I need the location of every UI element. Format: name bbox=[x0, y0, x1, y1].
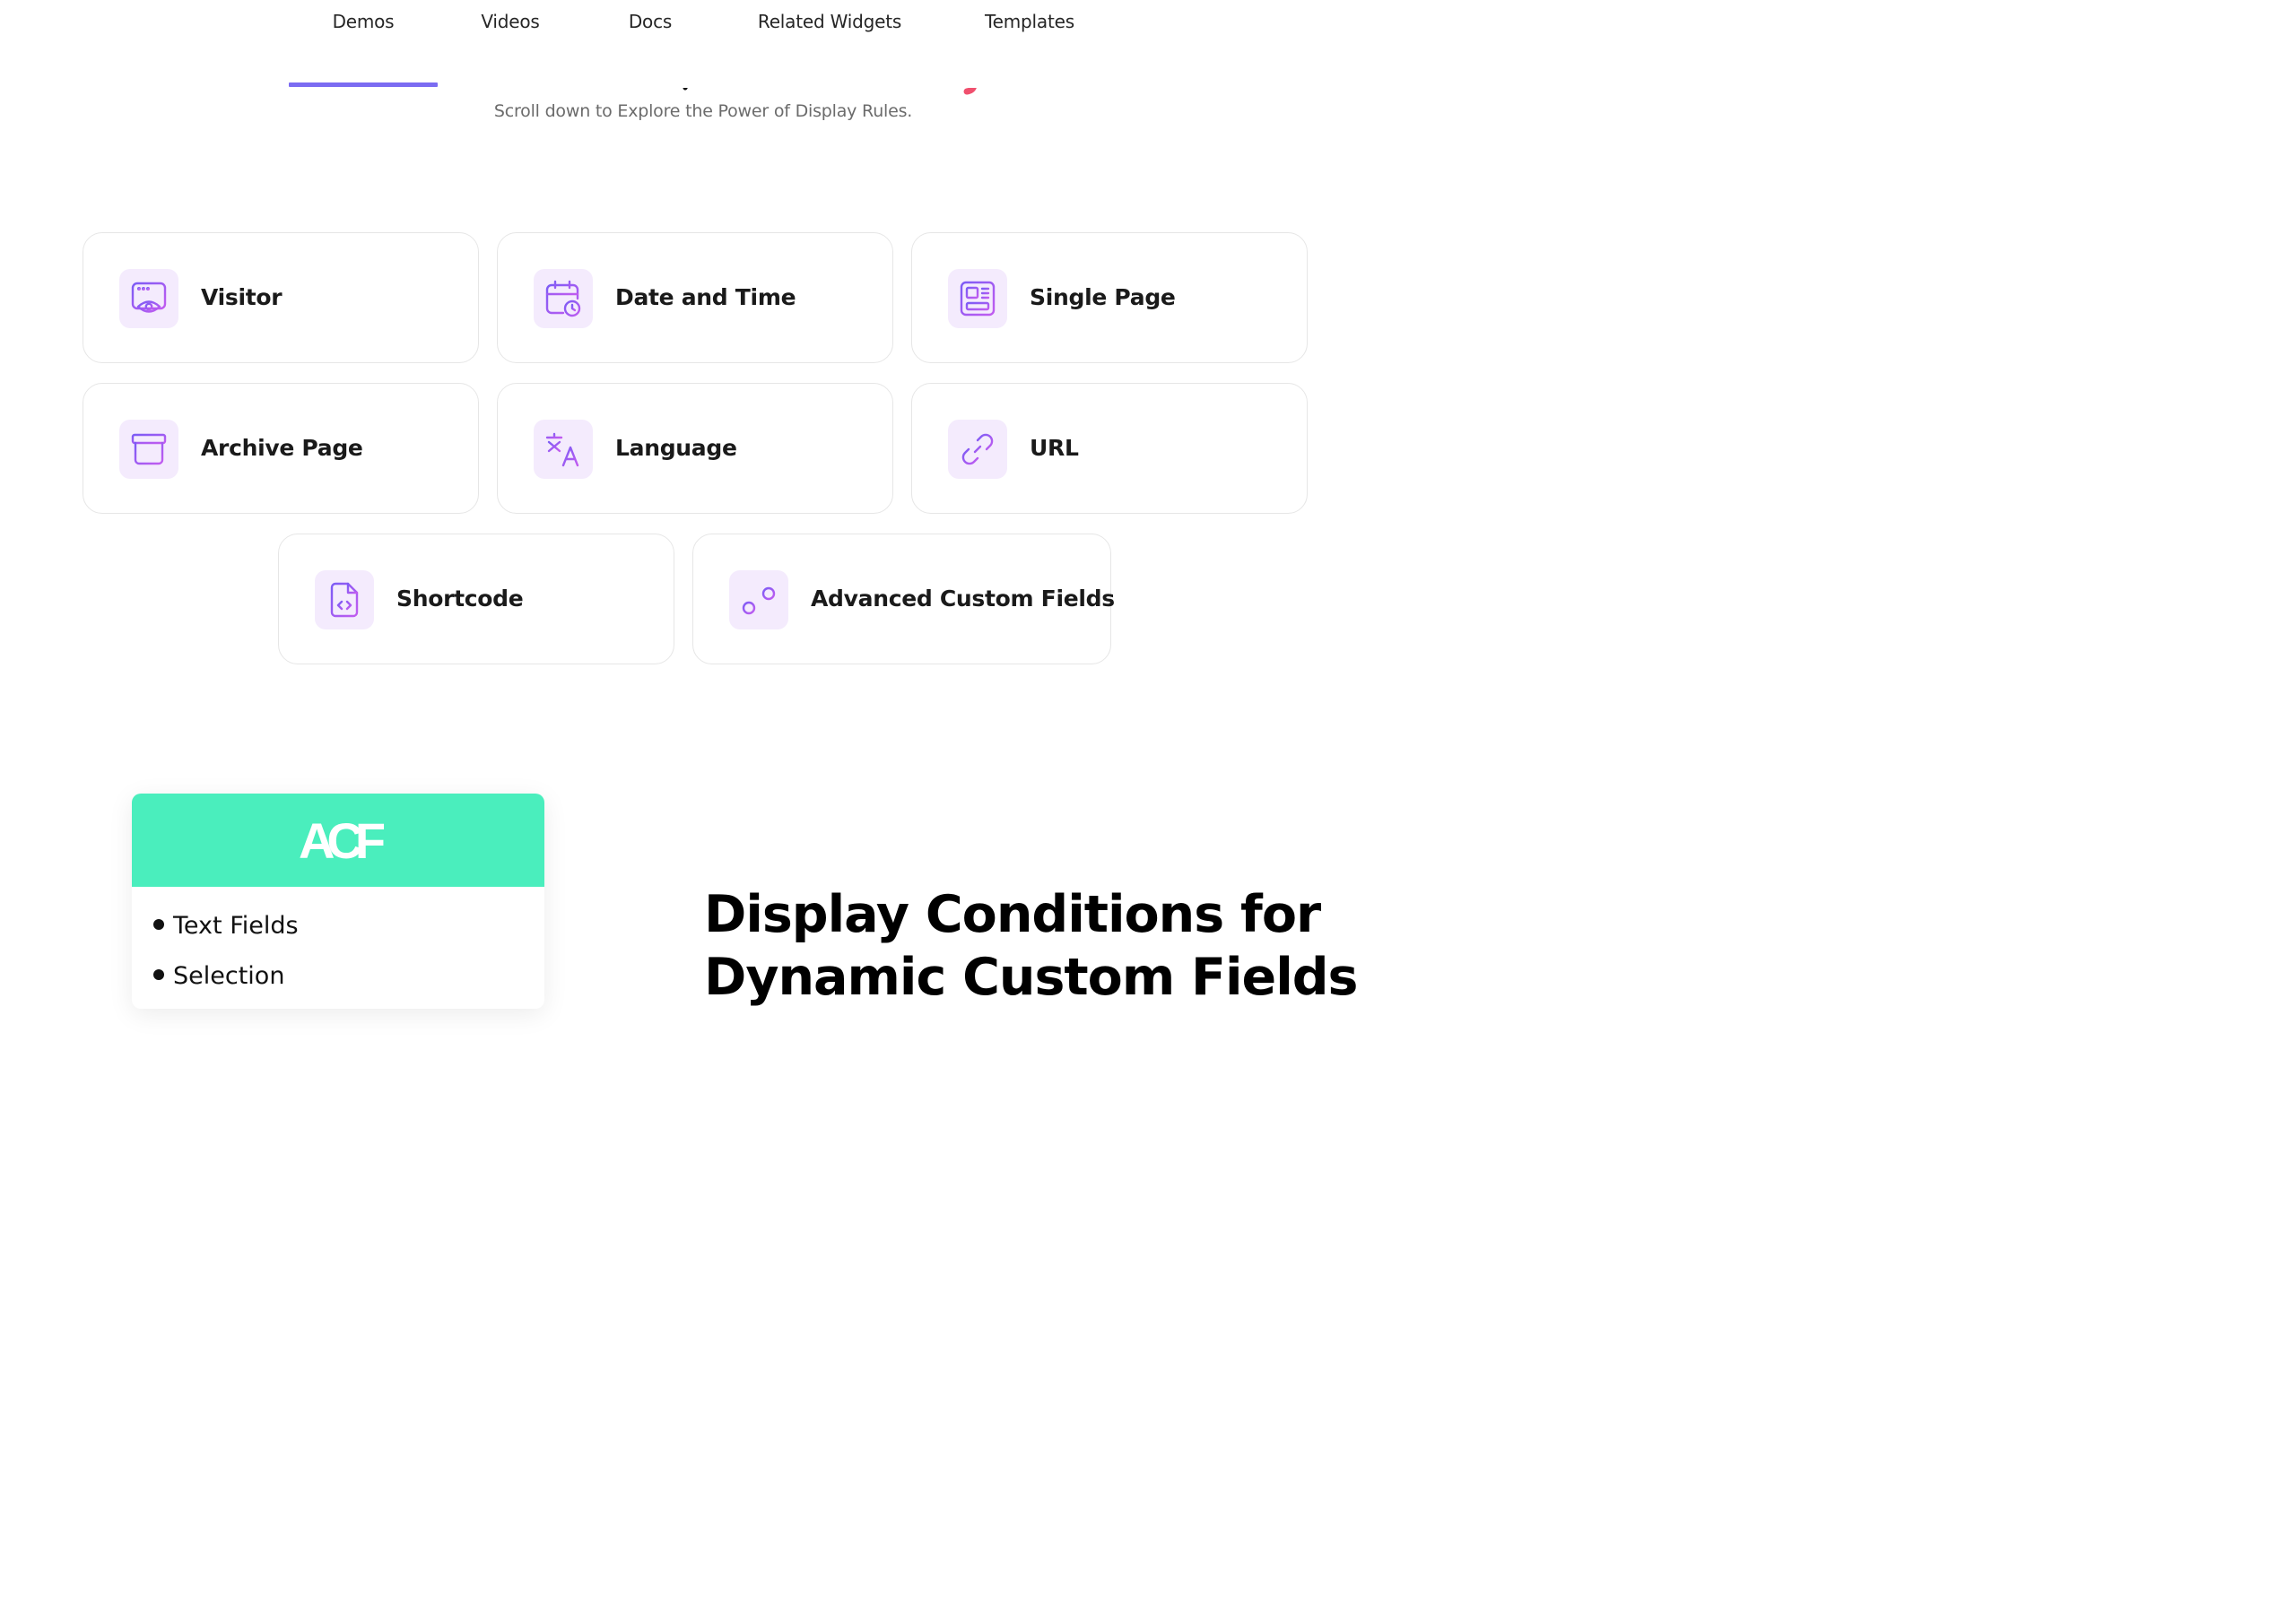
tab-docs[interactable]: Docs bbox=[610, 0, 691, 86]
tab-demos[interactable]: Demos bbox=[289, 0, 438, 86]
condition-card-acf[interactable]: Advanced Custom Fields bbox=[692, 534, 1115, 664]
archive-box-icon bbox=[119, 420, 178, 479]
bullet-icon bbox=[153, 968, 164, 980]
condition-card-shortcode[interactable]: Shortcode bbox=[278, 534, 674, 664]
condition-label: Advanced Custom Fields bbox=[811, 586, 1115, 612]
section-title: Display Conditions for Dynamic Custom Fi… bbox=[704, 883, 1358, 1009]
sliders-icon bbox=[729, 570, 788, 629]
active-tab-indicator bbox=[289, 82, 438, 87]
section-title-line2: Dynamic Custom Fields bbox=[704, 948, 1358, 1007]
translate-icon bbox=[534, 420, 593, 479]
acf-logo: ACF bbox=[299, 815, 387, 865]
condition-label: Date and Time bbox=[615, 284, 796, 310]
list-item: Selection bbox=[153, 962, 284, 990]
code-file-icon bbox=[315, 570, 374, 629]
tab-videos-label: Videos bbox=[481, 11, 540, 32]
calendar-clock-icon bbox=[534, 269, 593, 328]
link-icon bbox=[948, 420, 1007, 479]
tab-related-widgets[interactable]: Related Widgets bbox=[744, 0, 915, 86]
tab-demos-label: Demos bbox=[332, 11, 395, 32]
condition-card-url[interactable]: URL bbox=[911, 383, 1308, 514]
condition-card-date-time[interactable]: Date and Time bbox=[497, 232, 893, 363]
condition-label: Single Page bbox=[1030, 284, 1176, 310]
tab-templates[interactable]: Templates bbox=[970, 0, 1089, 86]
svg-text:ACF: ACF bbox=[299, 815, 385, 865]
document-layout-icon bbox=[948, 269, 1007, 328]
condition-label: Archive Page bbox=[201, 435, 363, 461]
condition-label: Shortcode bbox=[396, 586, 524, 612]
acf-item-label: Text Fields bbox=[173, 912, 299, 940]
condition-card-single-page[interactable]: Single Page bbox=[911, 232, 1308, 363]
tab-related-widgets-label: Related Widgets bbox=[757, 11, 902, 32]
list-item: Text Fields bbox=[153, 912, 299, 940]
bullet-icon bbox=[153, 918, 164, 930]
acf-logo-banner: ACF bbox=[132, 794, 544, 887]
condition-label: URL bbox=[1030, 435, 1079, 461]
condition-label: Language bbox=[615, 435, 737, 461]
condition-label: Visitor bbox=[201, 284, 283, 310]
section-title-line1: Display Conditions for bbox=[704, 885, 1321, 944]
eye-window-icon bbox=[119, 269, 178, 328]
condition-card-language[interactable]: Language bbox=[497, 383, 893, 514]
tab-videos[interactable]: Videos bbox=[457, 0, 563, 86]
tab-bar: Demos Videos Docs Related Widgets Templa… bbox=[0, 0, 1406, 88]
tab-docs-label: Docs bbox=[628, 11, 673, 32]
condition-card-visitor[interactable]: Visitor bbox=[83, 232, 479, 363]
hero-subtitle: Scroll down to Explore the Power of Disp… bbox=[493, 101, 913, 121]
acf-item-label: Selection bbox=[173, 962, 285, 990]
acf-preview-card: ACF Text Fields Selection bbox=[132, 794, 544, 1009]
condition-card-archive-page[interactable]: Archive Page bbox=[83, 383, 479, 514]
tab-templates-label: Templates bbox=[985, 11, 1074, 32]
